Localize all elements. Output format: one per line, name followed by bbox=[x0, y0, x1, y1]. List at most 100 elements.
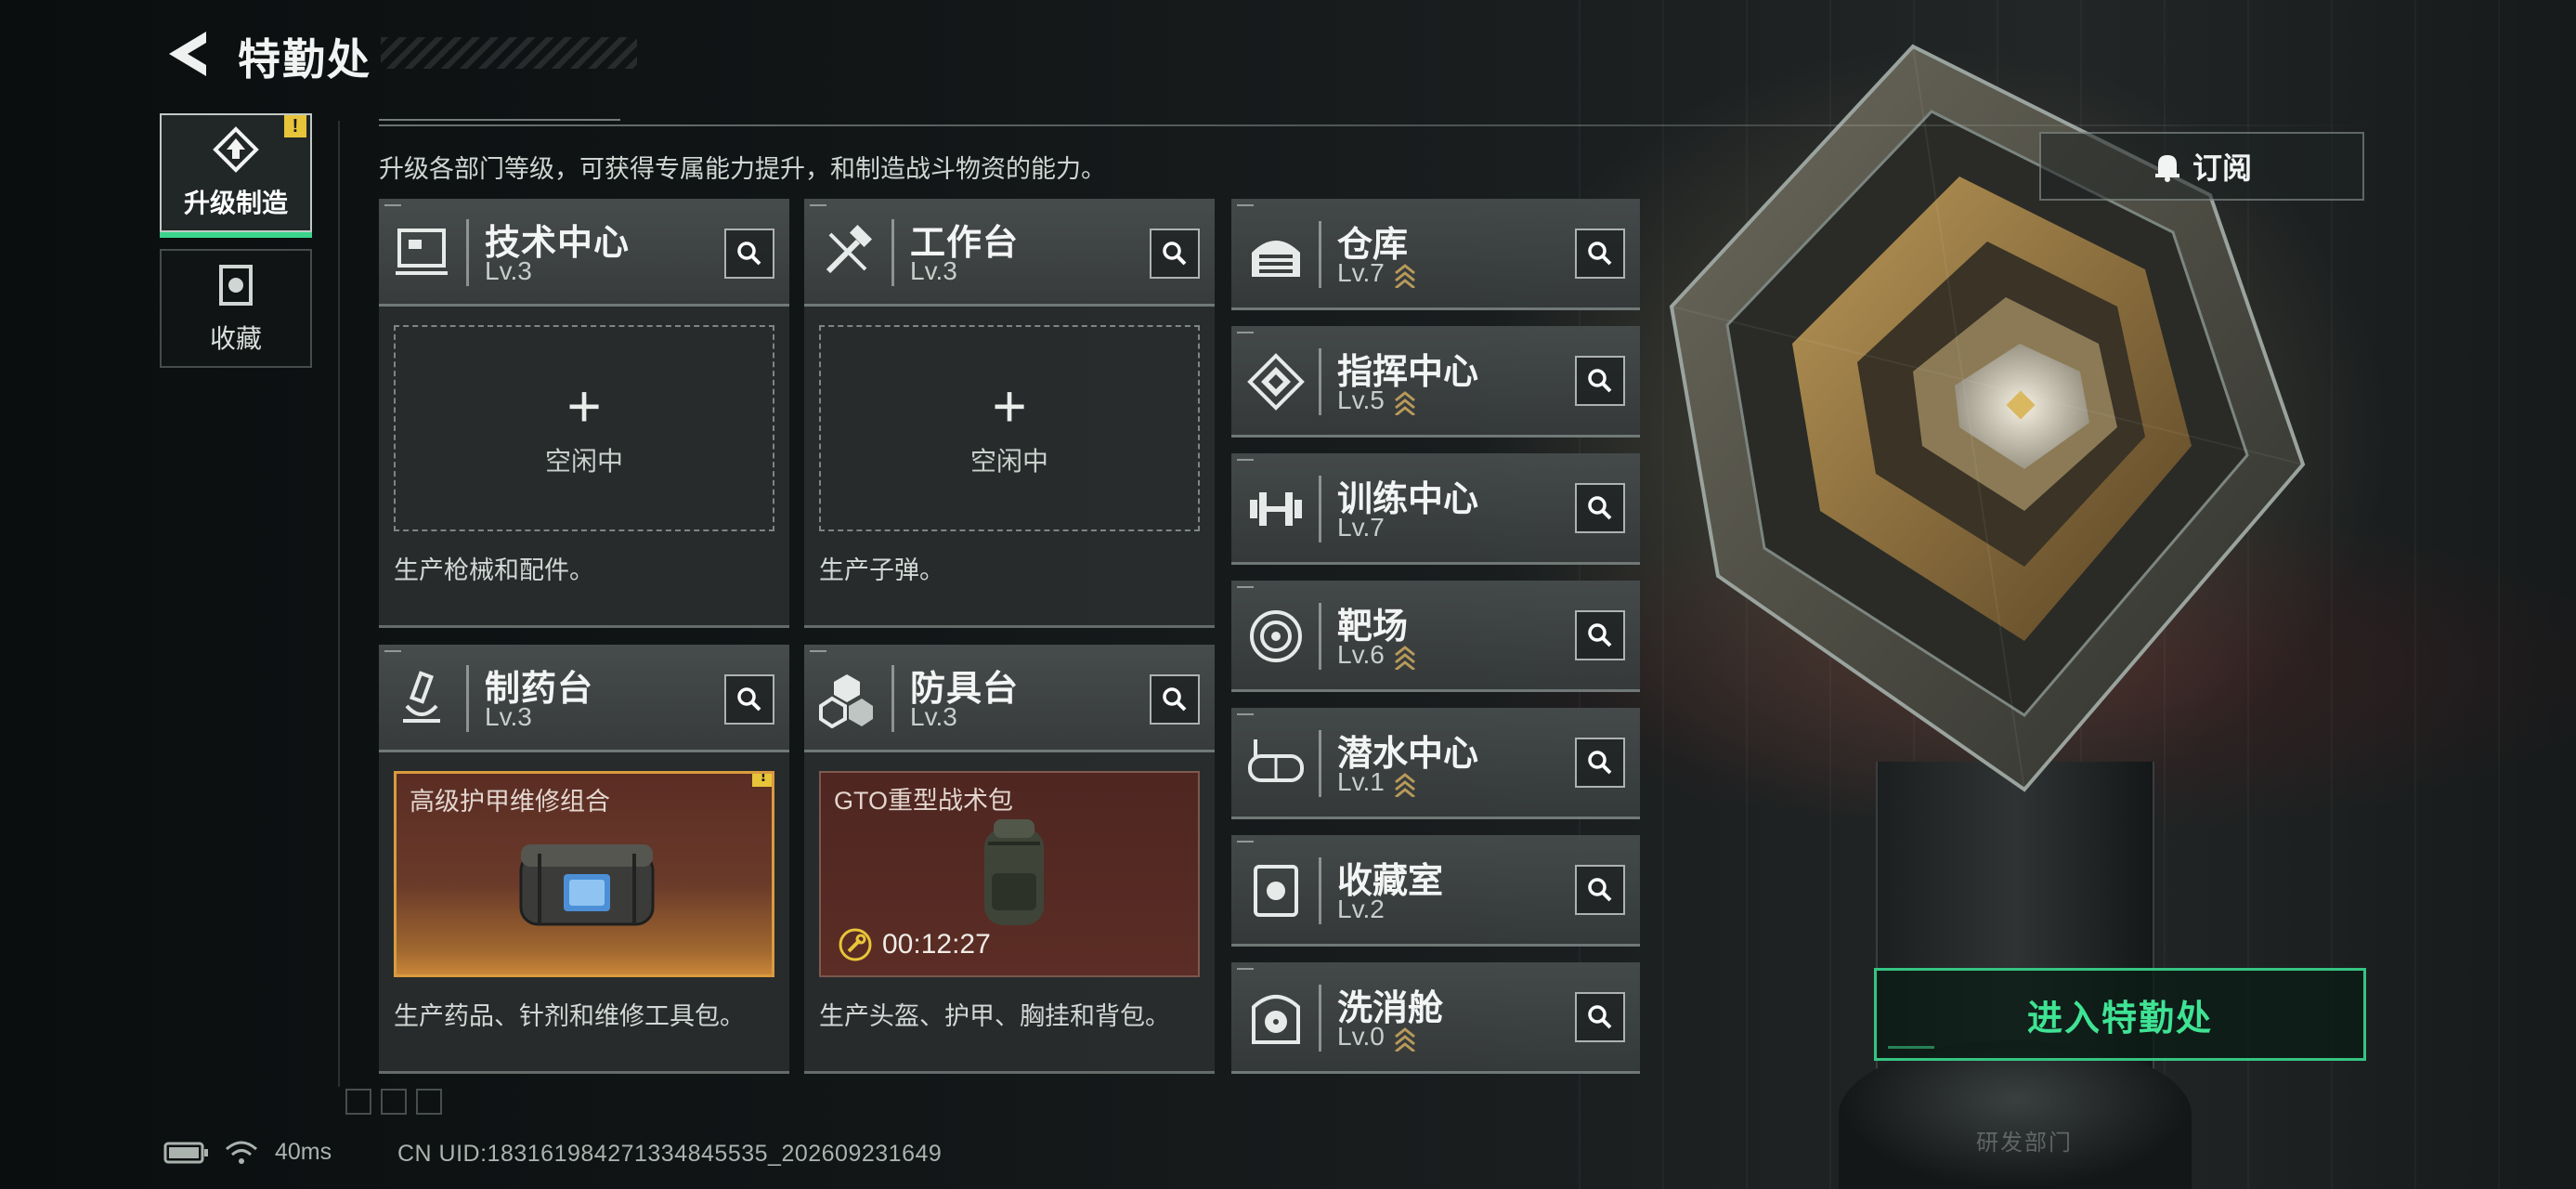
upgrade-available-icon bbox=[1394, 263, 1415, 288]
side-divider bbox=[338, 121, 340, 1087]
tech-center-icon bbox=[396, 229, 448, 275]
facility-collection-room[interactable]: 收藏室 Lv.2 bbox=[1231, 835, 1640, 947]
microscope-icon bbox=[403, 671, 440, 723]
search-button[interactable] bbox=[724, 229, 774, 279]
battery-icon bbox=[163, 1142, 208, 1163]
card-header: 技术中心 Lv.3 bbox=[379, 199, 789, 307]
tools-icon bbox=[826, 224, 873, 274]
diving-mask-icon bbox=[1248, 739, 1304, 782]
search-button[interactable] bbox=[1575, 610, 1625, 660]
card-description: 生产头盔、护甲、胸挂和背包。 bbox=[819, 1002, 1170, 1030]
facility-warehouse[interactable]: 仓库 Lv.7 bbox=[1231, 199, 1640, 310]
card-header: 制药台 Lv.3 bbox=[379, 645, 789, 752]
card-level: Lv.3 bbox=[910, 256, 957, 285]
footer-square-icon[interactable] bbox=[381, 1089, 407, 1115]
upgrade-available-icon bbox=[1394, 772, 1415, 797]
upgrade-icon bbox=[213, 126, 259, 173]
pillar-base bbox=[1839, 1040, 2192, 1189]
card-description: 生产药品、针剂和维修工具包。 bbox=[394, 1002, 745, 1030]
header-divider bbox=[379, 124, 2375, 126]
timer-text: 00:12:27 bbox=[882, 929, 991, 960]
facility-level: Lv.2 bbox=[1337, 895, 1385, 923]
armor-repair-kit-image bbox=[519, 844, 655, 926]
alert-badge: ! bbox=[752, 774, 772, 787]
card-level: Lv.3 bbox=[910, 702, 957, 731]
search-button[interactable] bbox=[1575, 992, 1625, 1042]
card-description: 生产子弹。 bbox=[819, 556, 944, 584]
facility-level: Lv.7 bbox=[1337, 513, 1385, 542]
product-name: GTO重型战术包 bbox=[834, 787, 1014, 815]
armor-blocks-icon bbox=[819, 674, 873, 728]
search-button[interactable] bbox=[1150, 674, 1200, 725]
tab-label: 收藏 bbox=[209, 324, 262, 353]
page-subtitle: 升级各部门等级，可获得专属能力提升，和制造战斗物资的能力。 bbox=[379, 155, 1106, 183]
warehouse-icon bbox=[1252, 241, 1300, 277]
footer-toolbar bbox=[345, 1089, 442, 1115]
search-button[interactable] bbox=[1575, 738, 1625, 788]
back-button[interactable] bbox=[162, 28, 214, 80]
enter-special-ops-button[interactable]: 进入特勤处 bbox=[1874, 968, 2366, 1061]
upgrade-available-icon bbox=[1394, 645, 1415, 670]
footer-square-icon[interactable] bbox=[416, 1089, 442, 1115]
ping-value: 40ms bbox=[275, 1139, 332, 1165]
search-icon bbox=[1588, 369, 1612, 393]
facility-shooting-range[interactable]: 靶场 Lv.6 bbox=[1231, 581, 1640, 692]
command-center-icon bbox=[1247, 353, 1305, 411]
search-button[interactable] bbox=[724, 674, 774, 725]
alert-badge: ! bbox=[284, 115, 306, 137]
add-icon: + bbox=[992, 372, 1027, 439]
tactical-backpack-image bbox=[984, 819, 1044, 925]
search-icon bbox=[737, 687, 761, 712]
wifi-icon bbox=[226, 1141, 257, 1164]
search-icon bbox=[1588, 242, 1612, 266]
production-slot-in-progress[interactable]: GTO重型战术包 00:12:27 bbox=[819, 771, 1200, 977]
target-icon bbox=[1250, 610, 1302, 662]
facility-diving-center[interactable]: 潜水中心 Lv.1 bbox=[1231, 708, 1640, 819]
search-icon bbox=[737, 242, 761, 266]
title-decoration bbox=[381, 37, 637, 69]
search-icon bbox=[1588, 751, 1612, 775]
search-button[interactable] bbox=[1575, 483, 1625, 533]
facility-command-center[interactable]: 指挥中心 Lv.5 bbox=[1231, 326, 1640, 438]
subscribe-button[interactable]: 订阅 bbox=[2039, 132, 2364, 201]
wrench-clock-icon bbox=[839, 928, 872, 961]
status-bar: 40ms bbox=[163, 1139, 332, 1166]
workshop-card-armor-bench: 防具台 Lv.3 GTO重型战术包 00:12:27 生产头盔、护甲、胸挂和背包… bbox=[804, 645, 1215, 1074]
production-slot-complete[interactable]: 高级护甲维修组合 ! bbox=[394, 771, 774, 977]
collection-icon bbox=[219, 265, 253, 306]
user-uid: CN UID:18316198427133484553​5_2026092316… bbox=[397, 1141, 943, 1167]
facility-decontamination-chamber[interactable]: 洗消舱 Lv.0 bbox=[1231, 962, 1640, 1074]
bell-icon bbox=[2154, 155, 2179, 182]
back-arrow-icon bbox=[169, 32, 206, 76]
collection-icon bbox=[1254, 865, 1298, 917]
footer-square-icon[interactable] bbox=[345, 1089, 371, 1115]
search-button[interactable] bbox=[1575, 865, 1625, 915]
enter-label: 进入特勤处 bbox=[2026, 999, 2213, 1039]
facility-level: Lv.1 bbox=[1337, 767, 1416, 797]
tab-upgrade-craft[interactable]: 升级制造 ! bbox=[160, 113, 312, 238]
production-timer: 00:12:27 bbox=[838, 927, 991, 962]
production-slot-idle[interactable]: + 空闲中 bbox=[819, 325, 1200, 531]
card-header: 工作台 Lv.3 bbox=[804, 199, 1215, 307]
slot-status: 空闲中 bbox=[969, 447, 1048, 476]
search-button[interactable] bbox=[1575, 356, 1625, 406]
facility-training-center[interactable]: 训练中心 Lv.7 bbox=[1231, 453, 1640, 565]
page-title: 特勤处 bbox=[238, 35, 371, 84]
facility-level: Lv.0 bbox=[1337, 1022, 1416, 1052]
tab-collection[interactable]: 收藏 bbox=[160, 249, 312, 368]
tab-label: 升级制造 bbox=[183, 189, 288, 217]
facility-level: Lv.6 bbox=[1337, 640, 1416, 670]
workshop-card-pharmacy: 制药台 Lv.3 高级护甲维修组合 ! 生产药品、针剂和维修工具包。 bbox=[379, 645, 789, 1074]
radiation-icon bbox=[1252, 995, 1300, 1044]
product-name: 高级护甲维修组合 bbox=[410, 788, 610, 816]
workshop-card-tech-center: 技术中心 Lv.3 + 空闲中 生产枪械和配件。 bbox=[379, 199, 789, 628]
production-slot-idle[interactable]: + 空闲中 bbox=[394, 325, 774, 531]
search-button[interactable] bbox=[1575, 229, 1625, 279]
card-header: 防具台 Lv.3 bbox=[804, 645, 1215, 752]
search-button[interactable] bbox=[1150, 229, 1200, 279]
facility-level: Lv.5 bbox=[1337, 385, 1416, 415]
search-icon bbox=[1588, 1005, 1612, 1029]
card-level: Lv.3 bbox=[485, 256, 532, 285]
search-icon bbox=[1588, 623, 1612, 647]
header-divider-accent bbox=[379, 119, 620, 121]
